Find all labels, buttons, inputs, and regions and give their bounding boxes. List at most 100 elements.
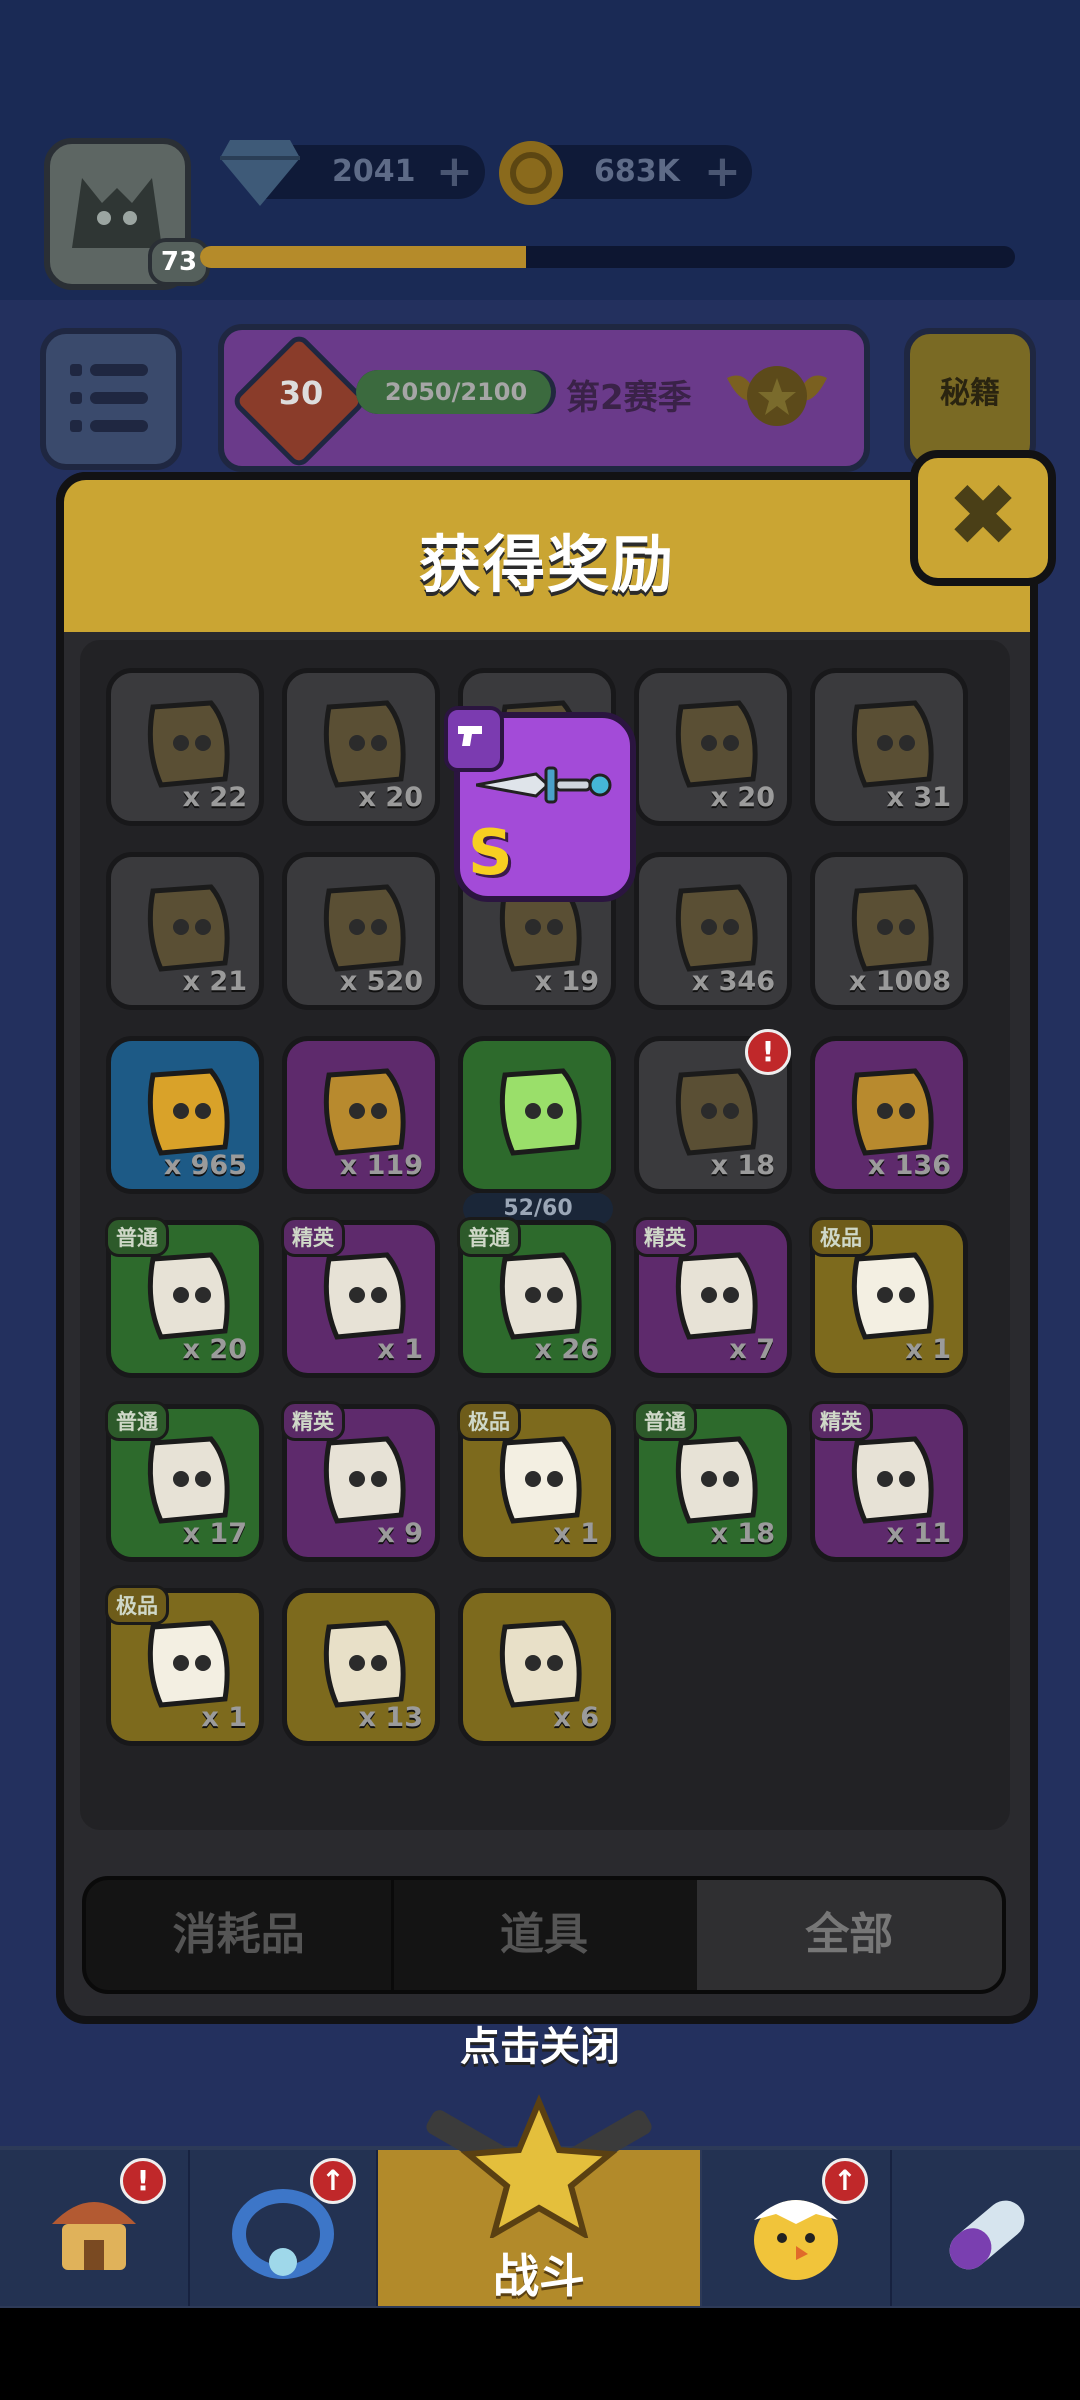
close-x-icon: ✖: [946, 466, 1020, 566]
reward-tile[interactable]: x 6: [458, 1588, 616, 1746]
item-count: x 1: [377, 1334, 423, 1365]
reward-tile[interactable]: 极品 x 1: [809, 1217, 968, 1378]
boot-icon: [147, 884, 230, 972]
cow-icon: [851, 884, 934, 972]
nav-gear[interactable]: ↑: [190, 2150, 378, 2306]
nav-pills[interactable]: [892, 2150, 1080, 2306]
item-count: x 20: [182, 1334, 247, 1365]
reward-tile[interactable]: x 21: [106, 852, 264, 1010]
item-count: x 9: [377, 1518, 423, 1549]
reward-tile[interactable]: 普通 x 17: [105, 1401, 264, 1562]
potion-icon: [147, 1068, 230, 1156]
diamond-icon: [220, 140, 300, 206]
reward-tile[interactable]: 普通 x 18: [633, 1401, 792, 1562]
item-count: x 26: [534, 1334, 599, 1365]
reward-tile[interactable]: x 136: [810, 1036, 968, 1194]
reward-tile[interactable]: x 119: [282, 1036, 440, 1194]
list-menu-icon: [70, 364, 148, 432]
rarity-badge: 精英: [809, 1401, 873, 1441]
item-count: x 1: [201, 1702, 247, 1733]
item-count: x 17: [182, 1518, 247, 1549]
reward-tile[interactable]: x 1008: [810, 852, 968, 1010]
reward-tile[interactable]: 普通 x 20: [105, 1217, 264, 1378]
tab-0[interactable]: 消耗品: [86, 1880, 395, 1990]
reward-tile[interactable]: 52/60: [458, 1036, 616, 1225]
rarity-badge: 极品: [457, 1401, 521, 1441]
reward-filter-tabs: 消耗品 道具 全部: [82, 1876, 1006, 1994]
rarity-badge: 普通: [633, 1401, 697, 1441]
reward-dialog-title: 获得奖励: [418, 528, 675, 601]
clown-piece-icon: [851, 1252, 934, 1340]
rarity-badge: 精英: [633, 1217, 697, 1257]
winged-star-badge-icon: [727, 366, 827, 426]
coin-amount: 683K: [594, 154, 680, 189]
item-count: x 6: [553, 1702, 599, 1733]
item-count: x 31: [886, 782, 951, 813]
reward-tile[interactable]: 极品 x 1: [457, 1401, 616, 1562]
season-label: 第2赛季: [566, 378, 692, 418]
item-count: x 20: [358, 782, 423, 813]
red-cat-piece-icon: [323, 1436, 406, 1524]
item-count: x 19: [534, 966, 599, 997]
reward-tile[interactable]: x 13: [282, 1588, 440, 1746]
robot-chest-icon: [675, 1068, 758, 1156]
secrets-button[interactable]: 秘籍: [904, 328, 1036, 470]
reward-tile[interactable]: x 20: [282, 668, 440, 826]
reward-tile[interactable]: x 346: [634, 852, 792, 1010]
nav-shop[interactable]: !: [0, 2150, 190, 2306]
red-monster-piece-icon: [499, 1436, 582, 1524]
star-guns-icon: [426, 2094, 652, 2238]
bird-icon: [675, 884, 758, 972]
reward-tile[interactable]: 精英 x 9: [281, 1401, 440, 1562]
close-button[interactable]: ✖: [910, 450, 1056, 586]
item-grade: S: [468, 816, 513, 889]
nav-fight-label: 战斗: [493, 2249, 585, 2303]
chick-piece-icon: [675, 1252, 758, 1340]
reward-tile[interactable]: x 22: [106, 668, 264, 826]
cool-hero-piece-icon: [499, 1620, 582, 1708]
ninja-bot-piece-icon: [147, 1252, 230, 1340]
reward-tile[interactable]: x 20: [634, 668, 792, 826]
item-count: x 18: [710, 1518, 775, 1549]
nav-heroes[interactable]: ↑: [702, 2150, 892, 2306]
xp-bar: [200, 246, 1015, 268]
reward-tile[interactable]: 极品 x 1: [105, 1585, 264, 1746]
item-count: x 20: [710, 782, 775, 813]
gun-category-badge-icon: [444, 706, 504, 772]
tab-2[interactable]: 全部: [696, 1880, 1002, 1990]
reward-tile[interactable]: x 18!: [634, 1029, 792, 1194]
reward-tile[interactable]: 精英 x 7: [633, 1217, 792, 1378]
menu-button[interactable]: [40, 328, 182, 470]
tab-1[interactable]: 道具: [391, 1880, 700, 1990]
item-count: x 13: [358, 1702, 423, 1733]
green-ghost-piece-icon: [851, 1436, 934, 1524]
rarity-badge: 普通: [105, 1401, 169, 1441]
cape-icon: [675, 700, 758, 788]
rarity-badge: 精英: [281, 1401, 345, 1441]
gun-icon: [147, 700, 230, 788]
tap-to-close-hint[interactable]: 点击关闭: [0, 2014, 1080, 2072]
reward-tile[interactable]: x 520: [282, 852, 440, 1010]
item-alert-badge: !: [745, 1029, 791, 1075]
reward-tile[interactable]: 精英 x 1: [281, 1217, 440, 1378]
item-count: x 520: [339, 966, 423, 997]
shop-alert-badge: !: [120, 2158, 166, 2204]
cross-icon: [851, 1068, 934, 1156]
item-count: x 119: [339, 1150, 423, 1181]
add-gems-button[interactable]: +: [436, 145, 473, 199]
item-count: x 965: [163, 1150, 247, 1181]
angry-hero-piece-icon: [147, 1620, 230, 1708]
add-coins-button[interactable]: +: [704, 145, 741, 199]
rarity-badge: 极品: [105, 1585, 169, 1625]
pill-icon: [949, 2200, 1025, 2270]
reward-tile[interactable]: x 965: [106, 1036, 264, 1194]
sheep-piece-icon: [675, 1436, 758, 1524]
belt-icon: [851, 700, 934, 788]
item-count: x 1: [553, 1518, 599, 1549]
gem-amount: 2041: [332, 154, 416, 189]
reward-tile[interactable]: x 31: [810, 668, 968, 826]
rarity-badge: 普通: [457, 1217, 521, 1257]
reward-tile[interactable]: 普通 x 26: [457, 1217, 616, 1378]
reward-tile[interactable]: 精英 x 11: [809, 1401, 968, 1562]
rarity-badge: 极品: [809, 1217, 873, 1257]
